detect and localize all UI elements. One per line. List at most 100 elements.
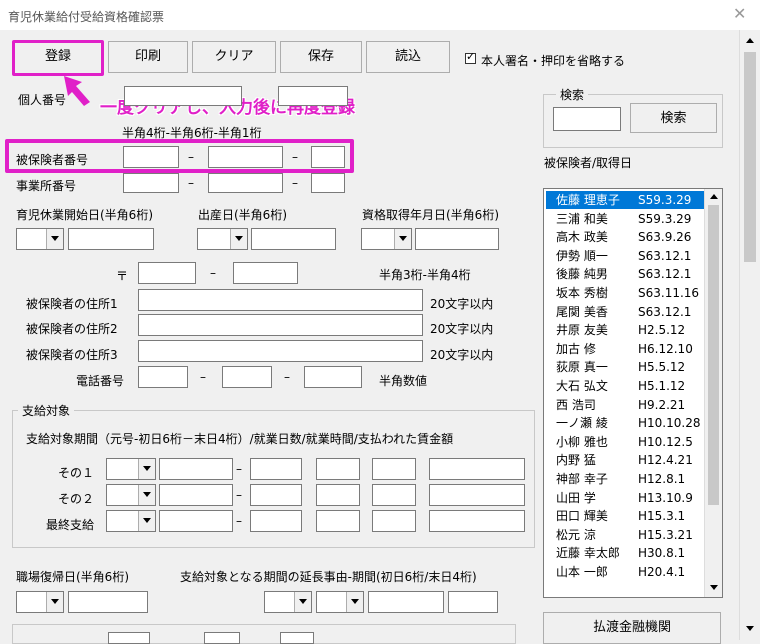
payment-era-select[interactable] <box>106 510 156 532</box>
dash: – <box>210 266 216 280</box>
postal-code-part2[interactable] <box>233 262 298 284</box>
birth-date-input[interactable] <box>251 228 336 250</box>
insured-no-part2[interactable] <box>208 146 283 168</box>
phone-part2[interactable] <box>222 366 272 388</box>
clear-button[interactable]: クリア <box>192 41 276 73</box>
work-days-input[interactable] <box>316 510 360 532</box>
phone-part3[interactable] <box>304 366 362 388</box>
scroll-down-icon[interactable] <box>710 585 718 590</box>
payment-start-input[interactable] <box>159 484 233 506</box>
chevron-down-icon[interactable] <box>346 592 363 612</box>
bottom-input-1[interactable] <box>108 632 150 644</box>
bank-button[interactable]: 払渡金融機関 <box>543 612 721 644</box>
save-button[interactable]: 保存 <box>280 41 362 73</box>
bottom-input-2[interactable] <box>204 632 240 644</box>
address2-input[interactable] <box>138 314 423 336</box>
address1-input[interactable] <box>138 289 423 311</box>
payment-era-select[interactable] <box>106 484 156 506</box>
list-item[interactable]: 山田 学 H13.10.9 <box>546 489 704 507</box>
close-icon[interactable]: ✕ <box>733 4 746 23</box>
work-hours-input[interactable] <box>372 484 416 506</box>
list-item[interactable]: 高木 政美 S63.9.26 <box>546 228 704 246</box>
payment-start-input[interactable] <box>159 458 233 480</box>
return-era-select[interactable] <box>16 591 64 613</box>
payment-era-select[interactable] <box>106 458 156 480</box>
list-item[interactable]: 佐藤 理恵子 S59.3.29 <box>546 191 704 209</box>
insured-listbox[interactable]: 佐藤 理恵子 S59.3.29 三浦 和美 S59.3.29 高木 政美 S63.9.26… <box>543 188 723 598</box>
work-hours-input[interactable] <box>372 458 416 480</box>
chevron-down-icon[interactable] <box>138 511 155 531</box>
work-hours-input[interactable] <box>372 510 416 532</box>
postal-hint: 半角3桁-半角4桁 <box>379 268 471 282</box>
search-button[interactable]: 検索 <box>630 103 717 133</box>
list-scrollbar[interactable] <box>704 189 722 597</box>
list-item[interactable]: 田口 輝美 H15.3.1 <box>546 507 704 525</box>
payment-end-input[interactable] <box>250 484 302 506</box>
scroll-up-icon[interactable] <box>710 194 718 199</box>
list-item[interactable]: 近藤 幸太郎 H30.8.1 <box>546 544 704 562</box>
phone-part1[interactable] <box>138 366 188 388</box>
qualified-era-select[interactable] <box>361 228 412 250</box>
list-item[interactable]: 坂本 秀樹 S63.11.16 <box>546 284 704 302</box>
list-item[interactable]: 荻原 真一 H5.5.12 <box>546 358 704 376</box>
search-input[interactable] <box>553 107 621 131</box>
window-scrollbar[interactable] <box>739 30 760 640</box>
office-no-part2[interactable] <box>208 173 283 193</box>
chevron-down-icon[interactable] <box>46 229 63 249</box>
extension-era-select[interactable] <box>316 591 364 613</box>
window-scroll-thumb[interactable] <box>744 52 756 262</box>
list-item[interactable]: 大石 弘文 H5.1.12 <box>546 377 704 395</box>
list-item[interactable]: 一ノ瀬 綾 H10.10.28 <box>546 414 704 432</box>
payment-end-input[interactable] <box>250 458 302 480</box>
list-scroll-thumb[interactable] <box>708 205 719 505</box>
personal-no-input[interactable] <box>124 86 242 106</box>
bottom-input-3[interactable] <box>280 632 314 644</box>
list-item[interactable]: 後藤 純男 S63.12.1 <box>546 265 704 283</box>
office-no-part3[interactable] <box>311 173 345 193</box>
list-item[interactable]: 山本 一郎 H20.4.1 <box>546 563 704 581</box>
load-button[interactable]: 読込 <box>366 41 450 73</box>
chevron-down-icon[interactable] <box>138 459 155 479</box>
register-button[interactable]: 登録 <box>12 40 104 76</box>
wage-input[interactable] <box>429 510 525 532</box>
address3-input[interactable] <box>138 340 423 362</box>
leave-start-era-select[interactable] <box>16 228 64 250</box>
print-button[interactable]: 印刷 <box>108 41 188 73</box>
postal-code-part1[interactable] <box>138 262 196 284</box>
chevron-down-icon[interactable] <box>294 592 311 612</box>
extension-end-input[interactable] <box>448 591 498 613</box>
personal-no-input-2[interactable] <box>278 86 348 106</box>
insured-no-part3[interactable] <box>311 146 345 168</box>
office-no-part1[interactable] <box>123 173 179 193</box>
return-date-input[interactable] <box>68 591 148 613</box>
list-item[interactable]: 三浦 和美 S59.3.29 <box>546 210 704 228</box>
omit-signature-checkbox[interactable]: ✓ <box>465 50 476 64</box>
list-item[interactable]: 神部 幸子 H12.8.1 <box>546 470 704 488</box>
qualified-date-input[interactable] <box>415 228 499 250</box>
list-item[interactable]: 井原 友美 H2.5.12 <box>546 321 704 339</box>
chevron-down-icon[interactable] <box>138 485 155 505</box>
chevron-down-icon[interactable] <box>394 229 411 249</box>
extension-start-input[interactable] <box>368 591 444 613</box>
insured-no-part1[interactable] <box>123 146 179 168</box>
wage-input[interactable] <box>429 458 525 480</box>
chevron-down-icon[interactable] <box>46 592 63 612</box>
list-item[interactable]: 伊勢 順一 S63.12.1 <box>546 247 704 265</box>
payment-end-input[interactable] <box>250 510 302 532</box>
list-item[interactable]: 小柳 雅也 H10.12.5 <box>546 433 704 451</box>
extension-reason-select[interactable] <box>264 591 312 613</box>
chevron-down-icon[interactable] <box>230 229 247 249</box>
list-item[interactable]: 西 浩司 H9.2.21 <box>546 396 704 414</box>
payment-start-input[interactable] <box>159 510 233 532</box>
wage-input[interactable] <box>429 484 525 506</box>
list-item[interactable]: 内野 猛 H12.4.21 <box>546 451 704 469</box>
list-item[interactable]: 加古 修 H6.12.10 <box>546 340 704 358</box>
list-item[interactable]: 松元 涼 H15.3.21 <box>546 526 704 544</box>
work-days-input[interactable] <box>316 458 360 480</box>
list-item[interactable]: 尾関 美香 S63.12.1 <box>546 303 704 321</box>
scroll-down-icon[interactable] <box>746 626 754 631</box>
scroll-up-icon[interactable] <box>746 38 754 43</box>
work-days-input[interactable] <box>316 484 360 506</box>
leave-start-input[interactable] <box>68 228 154 250</box>
birth-era-select[interactable] <box>197 228 248 250</box>
